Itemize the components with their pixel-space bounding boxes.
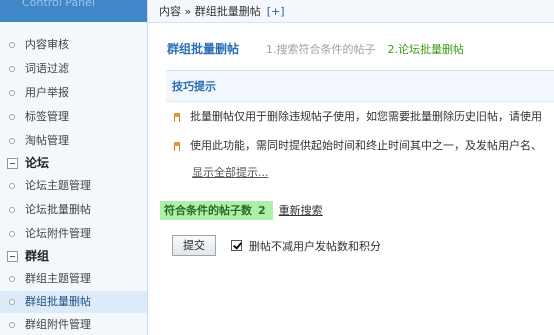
bullet-icon [9, 299, 15, 305]
main-panel: 内容 » 群组批量删帖 [+] 群组批量删帖 1.搜索符合条件的帖子 2.论坛批量删帖… [148, 0, 554, 335]
bullet-icon [9, 207, 15, 213]
research-link[interactable]: 重新搜索 [279, 204, 323, 217]
sidebar-item-label: 标签管理 [25, 110, 69, 123]
keep-post-count-checkbox[interactable] [231, 240, 242, 251]
sidebar-group-title: 群组 [25, 249, 50, 263]
bullet-icon [9, 66, 15, 72]
sidebar-item-label: 群组批量删帖 [25, 295, 91, 308]
bullet-icon [9, 276, 15, 282]
app-brand: Control Panel [0, 0, 147, 22]
sidebar-item-content-review[interactable]: 内容审核 [0, 34, 147, 56]
show-all-tips-link[interactable]: 显示全部提示... [192, 164, 269, 180]
bullet-icon [9, 90, 15, 96]
sidebar-group-group[interactable]: 群组 [0, 245, 147, 267]
sidebar-item-group-threads[interactable]: 群组主题管理 [0, 268, 147, 290]
sidebar-item-collection-manage[interactable]: 淘帖管理 [0, 130, 147, 152]
sidebar-item-forum-threads[interactable]: 论坛主题管理 [0, 175, 147, 197]
sidebar-item-label: 论坛附件管理 [25, 227, 91, 240]
sidebar-item-word-filter[interactable]: 词语过滤 [0, 58, 147, 80]
step-batch-delete: 2.论坛批量删帖 [387, 43, 465, 56]
breadcrumb: 内容 » 群组批量删帖 [+] [148, 0, 554, 23]
tip-text: 批量删帖仅用于删除违规帖子使用，如您需要批量删除历史旧帖，请使用 [190, 110, 542, 123]
checkbox-label: 删帖不减用户发帖数和积分 [249, 239, 381, 253]
sidebar-group-forum[interactable]: 论坛 [0, 152, 147, 174]
sidebar: Control Panel 内容审核 词语过滤 用户举报 标签管理 淘帖管理 论… [0, 0, 148, 335]
collapse-icon[interactable] [7, 158, 18, 169]
page-title-bar: 群组批量删帖 1.搜索符合条件的帖子 2.论坛批量删帖 [148, 34, 554, 64]
result-count-badge: 符合条件的帖子数 2 [160, 201, 273, 220]
submit-button[interactable]: 提交 [172, 235, 216, 256]
result-count-value: 2 [258, 204, 266, 217]
sidebar-item-label: 用户举报 [25, 86, 69, 99]
bullet-icon [9, 114, 15, 120]
bulb-icon [174, 142, 180, 151]
sidebar-group-title: 论坛 [25, 156, 50, 170]
add-shortcut-link[interactable]: [+] [267, 5, 285, 18]
sidebar-item-label: 淘帖管理 [25, 134, 69, 147]
submit-row: 提交 删帖不减用户发帖数和积分 [172, 235, 381, 257]
tip-line: 使用此功能，需同时提供起始时间和终止时间其中之一，及发帖用户名、 [166, 136, 542, 156]
tips-panel: 技巧提示 批量删帖仅用于删除违规帖子使用，如您需要批量删除历史旧帖，请使用 使用… [166, 70, 554, 188]
sidebar-item-forum-attachments[interactable]: 论坛附件管理 [0, 223, 147, 245]
result-count-label: 符合条件的帖子数 [164, 204, 252, 217]
sidebar-item-forum-batch-delete[interactable]: 论坛批量删帖 [0, 199, 147, 221]
sidebar-item-label: 论坛主题管理 [25, 179, 91, 192]
sidebar-item-group-batch-delete[interactable]: 群组批量删帖 [0, 291, 147, 313]
sidebar-item-label: 群组附件管理 [25, 318, 91, 331]
collapse-icon[interactable] [7, 251, 18, 262]
result-count-row: 符合条件的帖子数 2 重新搜索 [160, 201, 323, 220]
sidebar-item-tag-manage[interactable]: 标签管理 [0, 106, 147, 128]
breadcrumb-path: 内容 » 群组批量删帖 [159, 5, 261, 18]
bullet-icon [9, 322, 15, 328]
bulb-icon [174, 113, 180, 122]
sidebar-item-label: 论坛批量删帖 [25, 203, 91, 216]
tip-text: 使用此功能，需同时提供起始时间和终止时间其中之一，及发帖用户名、 [190, 139, 542, 152]
sidebar-item-label: 内容审核 [25, 38, 69, 51]
sidebar-item-user-report[interactable]: 用户举报 [0, 82, 147, 104]
bullet-icon [9, 138, 15, 144]
bullet-icon [9, 231, 15, 237]
sidebar-item-label: 词语过滤 [25, 62, 69, 75]
sidebar-item-label: 群组主题管理 [25, 272, 91, 285]
tips-heading: 技巧提示 [166, 71, 554, 102]
bullet-icon [9, 183, 15, 189]
sidebar-item-group-attachments[interactable]: 群组附件管理 [0, 314, 147, 335]
step-search: 1.搜索符合条件的帖子 [266, 43, 376, 56]
tip-line: 批量删帖仅用于删除违规帖子使用，如您需要批量删除历史旧帖，请使用 [166, 107, 542, 127]
page-title: 群组批量删帖 [167, 42, 240, 56]
bullet-icon [9, 42, 15, 48]
